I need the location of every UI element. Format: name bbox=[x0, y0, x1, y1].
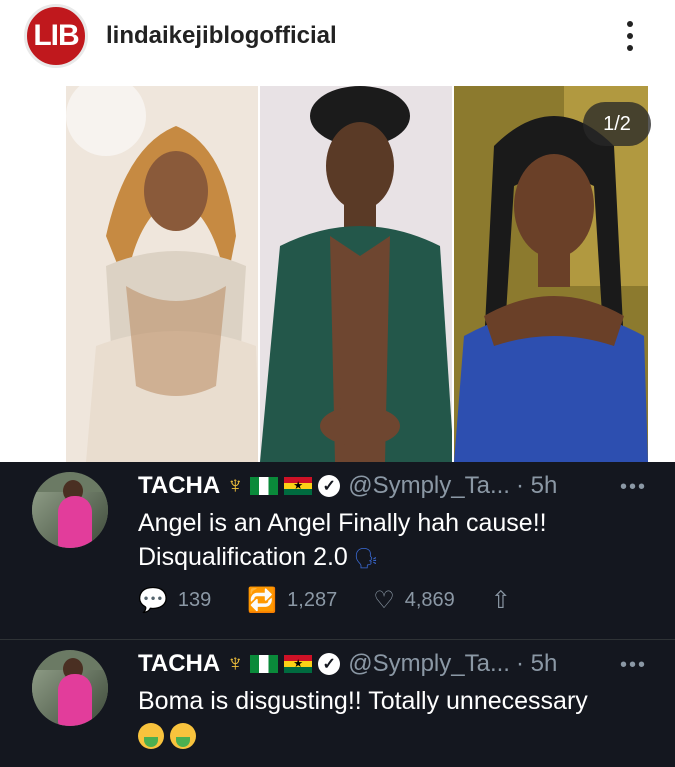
tweet-actions: 💬 139 🔁 1,287 ♡ 4,869 ⇧ bbox=[138, 586, 557, 615]
nauseated-face-icon bbox=[138, 723, 164, 750]
trident-icon: ♆ bbox=[226, 650, 245, 677]
share-icon: ⇧ bbox=[490, 587, 511, 614]
tweet-author-name[interactable]: TACHA bbox=[138, 650, 220, 678]
flag-nigeria-icon bbox=[250, 477, 279, 495]
tweet-text: Angel is an Angel Finally hah cause!! Di… bbox=[138, 509, 547, 571]
tweet-handle[interactable]: @Symply_Ta... bbox=[348, 472, 510, 500]
tweet: TACHA ♆ ✓ @Symply_Ta... · 5h ••• Angel i… bbox=[0, 462, 675, 639]
reply-count: 139 bbox=[177, 589, 212, 611]
photo-panel-middle bbox=[260, 86, 454, 462]
trident-icon: ♆ bbox=[226, 472, 245, 499]
tweet-avatar[interactable] bbox=[32, 650, 108, 726]
tweet-handle[interactable]: @Symply_Ta... bbox=[348, 650, 510, 678]
reply-button[interactable]: 💬 139 bbox=[138, 586, 211, 615]
tweet: TACHA ♆ ✓ @Symply_Ta... · 5h ••• Boma is… bbox=[0, 640, 675, 767]
retweet-count: 1,287 bbox=[287, 589, 338, 611]
carousel-counter: 1/2 bbox=[583, 102, 651, 146]
tweet-text: Boma is disgusting!! Totally unnecessary bbox=[138, 684, 658, 752]
verified-icon: ✓ bbox=[318, 653, 341, 675]
like-count: 4,869 bbox=[404, 589, 455, 611]
verified-icon: ✓ bbox=[318, 475, 341, 497]
post-image[interactable] bbox=[66, 86, 648, 462]
tweet-screenshot: TACHA ♆ ✓ @Symply_Ta... · 5h ••• Angel i… bbox=[0, 462, 675, 767]
nauseated-face-icon bbox=[170, 723, 196, 750]
account-username[interactable]: lindaikejiblogofficial bbox=[106, 22, 337, 50]
more-vertical-icon[interactable] bbox=[612, 16, 648, 56]
tweet-time: · 5h bbox=[515, 472, 558, 499]
more-horizontal-icon[interactable]: ••• bbox=[620, 476, 647, 499]
account-avatar[interactable]: LIB bbox=[24, 4, 88, 68]
speaking-head-icon: 🗣 bbox=[347, 548, 379, 570]
flag-ghana-icon bbox=[284, 655, 313, 673]
tweet-time: · 5h bbox=[515, 650, 558, 677]
tweet-author-name[interactable]: TACHA bbox=[138, 472, 220, 500]
like-button[interactable]: ♡ 4,869 bbox=[373, 586, 455, 615]
post-header: LIB lindaikejiblogofficial bbox=[0, 0, 675, 82]
retweet-button[interactable]: 🔁 1,287 bbox=[247, 586, 337, 615]
retweet-icon: 🔁 bbox=[247, 587, 278, 614]
tweet-header: TACHA ♆ ✓ @Symply_Ta... · 5h bbox=[138, 648, 557, 680]
like-icon: ♡ bbox=[373, 587, 395, 614]
more-horizontal-icon[interactable]: ••• bbox=[620, 654, 647, 677]
flag-nigeria-icon bbox=[250, 655, 279, 673]
share-button[interactable]: ⇧ bbox=[491, 586, 521, 615]
tweet-header: TACHA ♆ ✓ @Symply_Ta... · 5h bbox=[138, 470, 557, 502]
flag-ghana-icon bbox=[284, 477, 313, 495]
logo-text: LIB bbox=[33, 19, 79, 52]
photo-panel-left bbox=[66, 86, 260, 462]
tweet-avatar[interactable] bbox=[32, 472, 108, 548]
reply-icon: 💬 bbox=[138, 587, 168, 614]
